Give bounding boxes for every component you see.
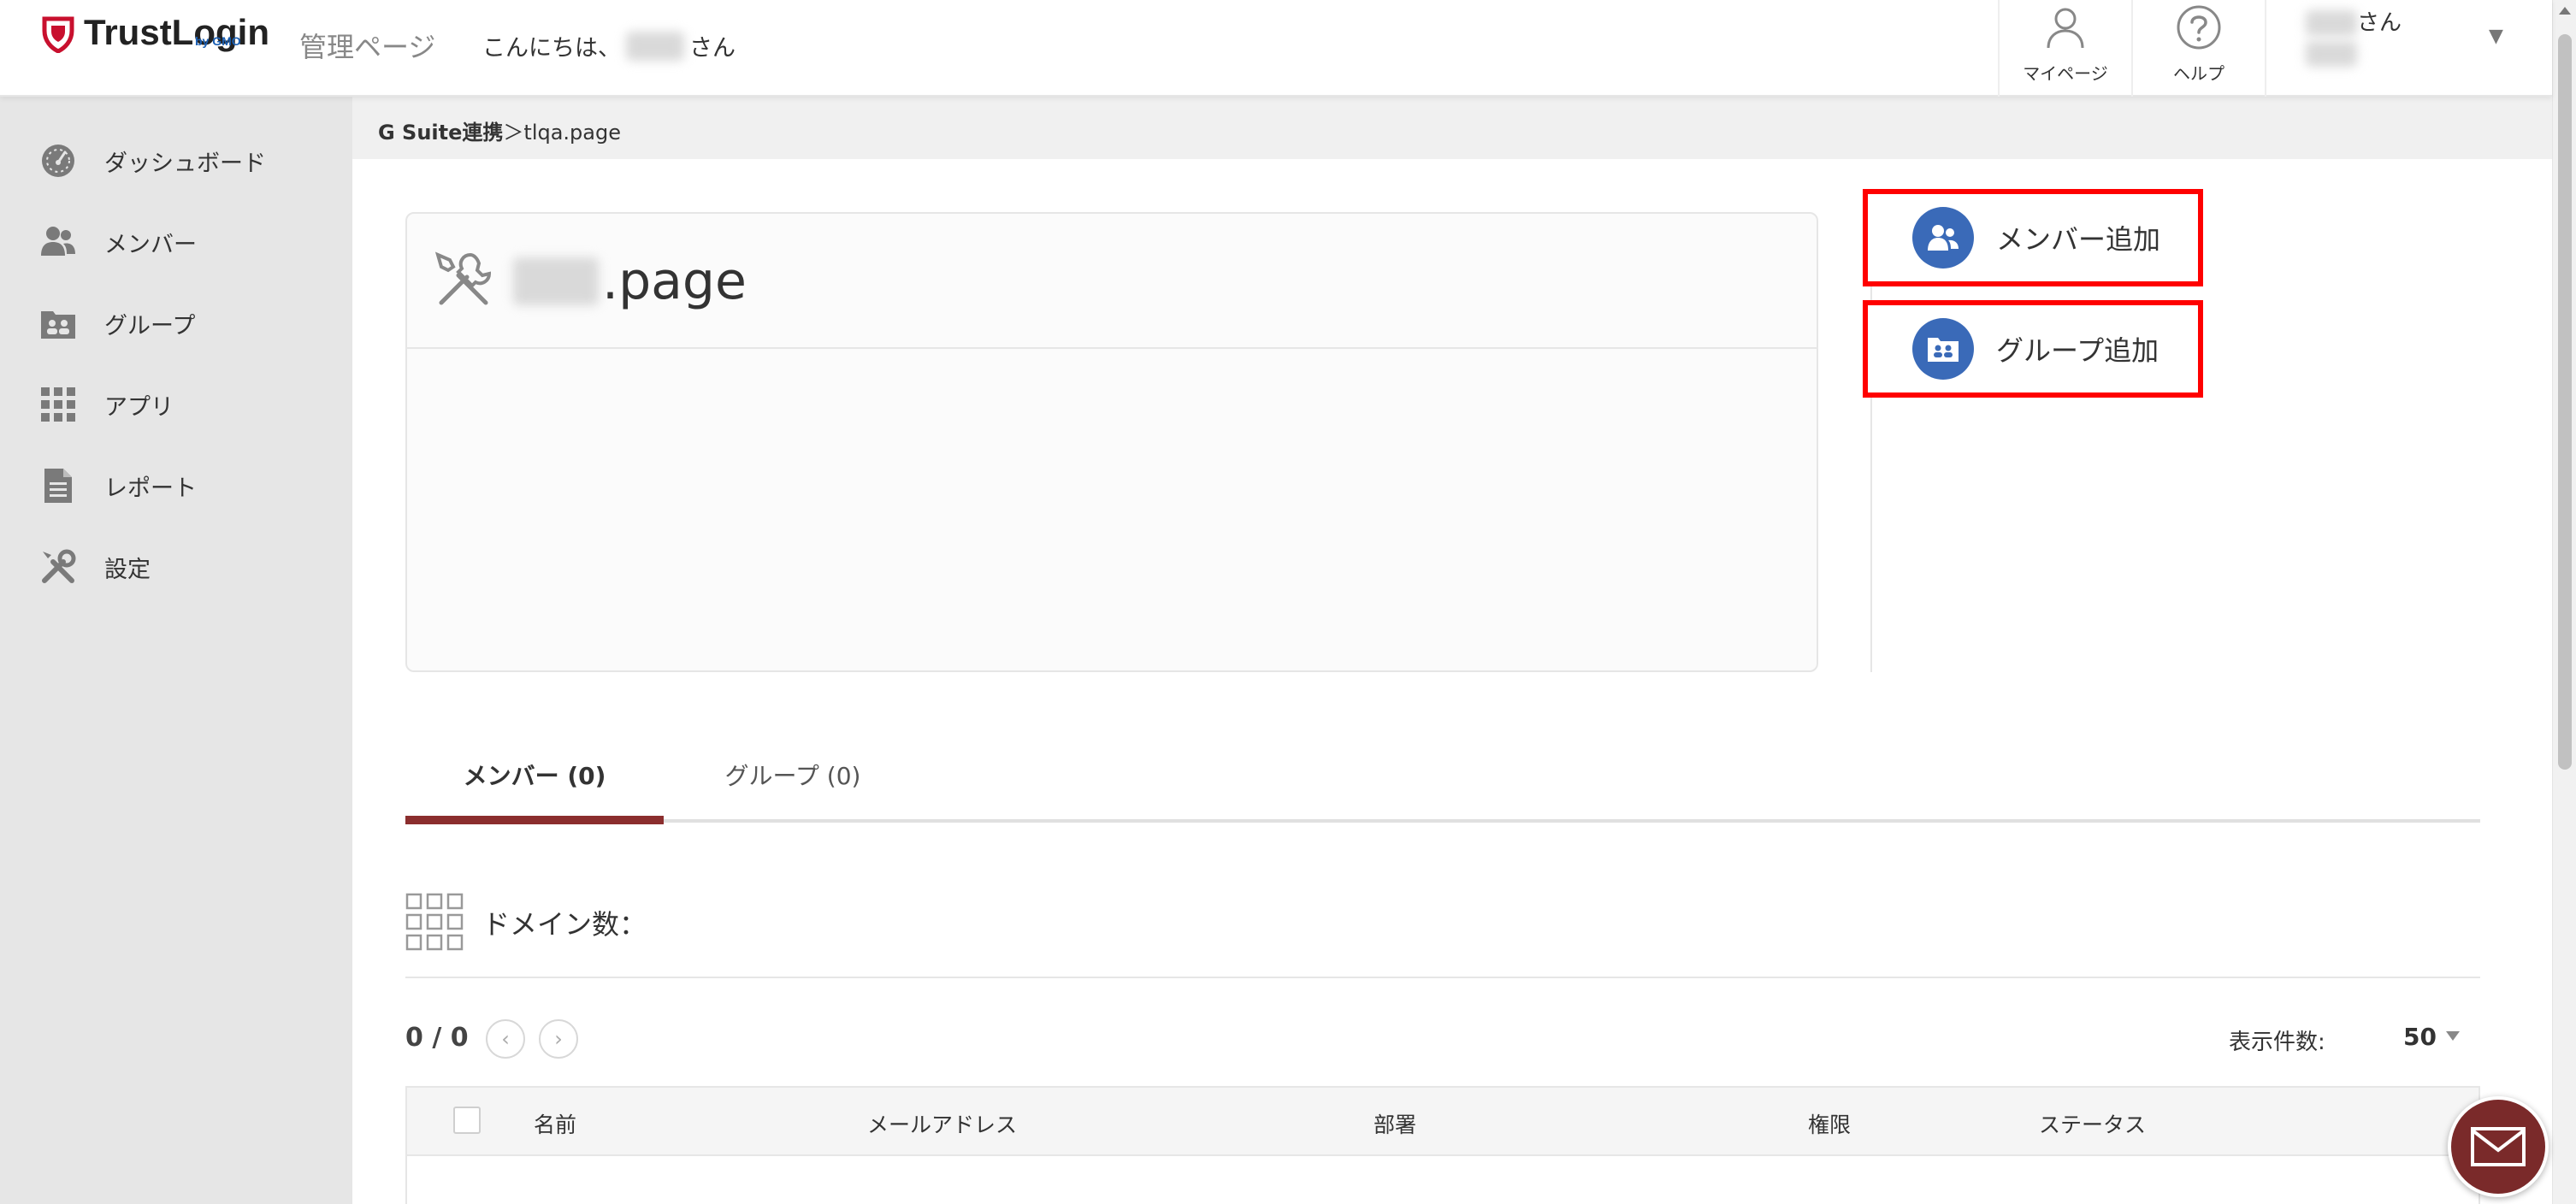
- scroll-thumb[interactable]: [2558, 34, 2572, 770]
- contact-mail-button[interactable]: [2448, 1096, 2549, 1197]
- greeting-suffix: さん: [689, 35, 736, 62]
- redacted-user-name: [2306, 10, 2357, 36]
- user-suffix: さん: [2357, 10, 2402, 36]
- result-count: 0 / 0: [405, 1023, 469, 1053]
- apps-grid-icon: [41, 387, 75, 422]
- greeting-prefix: こんにちは、: [482, 35, 621, 62]
- domain-grid-icon: [405, 893, 464, 951]
- add-member-icon-circle: [1912, 207, 1974, 269]
- members-icon: [1928, 225, 1959, 251]
- domain-detail-panel: .page: [405, 212, 1818, 672]
- tools-icon: [434, 251, 492, 305]
- column-header-name[interactable]: 名前: [534, 1108, 576, 1139]
- sidebar-item-label: ダッシュボード: [104, 150, 266, 177]
- tab-groups[interactable]: グループ (0): [664, 732, 922, 817]
- logo-gmo-text: by GMO: [195, 34, 241, 48]
- sidebar-item-label: レポート: [104, 475, 197, 502]
- breadcrumb-current: tlqa.page: [523, 121, 621, 145]
- panel-header: .page: [407, 214, 1817, 349]
- redacted-username: [626, 31, 684, 61]
- prev-page-button[interactable]: ‹: [486, 1019, 525, 1059]
- tab-bar: メンバー (0) グループ (0): [405, 732, 2480, 826]
- scroll-up-arrow-icon[interactable]: [2559, 7, 2571, 15]
- shield-logo-icon: [42, 16, 74, 53]
- domain-count-row: ドメイン数：: [405, 893, 2480, 978]
- mail-icon: [2471, 1127, 2526, 1166]
- mypage-label: マイページ: [2023, 63, 2108, 84]
- add-group-button[interactable]: グループ追加: [1863, 300, 2203, 398]
- group-icon: [1928, 338, 1959, 362]
- panel-title: .page: [513, 251, 747, 311]
- page-scrollbar[interactable]: [2552, 0, 2576, 1204]
- person-icon: [2047, 8, 2084, 49]
- sidebar-item-apps[interactable]: アプリ: [0, 370, 352, 439]
- sidebar-item-members[interactable]: メンバー: [0, 208, 352, 276]
- next-page-button[interactable]: ›: [539, 1019, 578, 1059]
- per-page-label: 表示件数:: [2229, 1030, 2325, 1055]
- sidebar: ダッシュボード メンバー グループ アプリ レポート 設定: [0, 97, 352, 1204]
- user-menu[interactable]: さん ▼: [2265, 0, 2552, 97]
- greeting: こんにちは、 さん: [482, 29, 736, 62]
- column-header-email[interactable]: メールアドレス: [867, 1108, 1017, 1139]
- sidebar-item-reports[interactable]: レポート: [0, 452, 352, 520]
- help-label: ヘルプ: [2173, 63, 2224, 84]
- caret-down-icon: ▼: [2489, 26, 2503, 47]
- column-header-status[interactable]: ステータス: [2039, 1108, 2146, 1139]
- breadcrumb-separator: ＞: [503, 121, 524, 145]
- tab-members[interactable]: メンバー (0): [405, 732, 664, 817]
- add-group-label: グループ追加: [1996, 334, 2159, 367]
- sidebar-item-label: アプリ: [104, 393, 174, 421]
- redacted-domain-prefix: [513, 257, 599, 305]
- tab-active-indicator: [405, 816, 664, 824]
- top-header: TrustLogin by GMO 管理ページ こんにちは、 さん マイページ …: [0, 0, 2552, 97]
- tab-underline: [405, 819, 2480, 823]
- sidebar-item-settings[interactable]: 設定: [0, 533, 352, 601]
- sidebar-item-dashboard[interactable]: ダッシュボード: [0, 127, 352, 195]
- group-icon: [41, 311, 75, 339]
- select-all-checkbox[interactable]: [453, 1107, 481, 1134]
- admin-page-title: 管理ページ: [299, 31, 436, 63]
- column-header-department[interactable]: 部署: [1374, 1108, 1416, 1139]
- per-page-select[interactable]: 50: [2403, 1023, 2437, 1051]
- column-header-role[interactable]: 権限: [1808, 1108, 1851, 1139]
- add-member-button[interactable]: メンバー追加: [1863, 189, 2203, 286]
- sidebar-item-label: メンバー: [104, 231, 197, 258]
- add-group-icon-circle: [1912, 318, 1974, 380]
- breadcrumb: G Suite連携＞tlqa.page: [378, 115, 621, 145]
- dashboard-icon: [42, 145, 74, 177]
- logo-text: TrustLogin: [84, 12, 269, 52]
- domain-count-label: ドメイン数：: [482, 908, 647, 941]
- sidebar-item-label: 設定: [104, 556, 151, 583]
- breadcrumb-bar: G Suite連携＞tlqa.page: [352, 97, 2552, 159]
- report-icon: [44, 469, 72, 503]
- redacted-user-org: [2306, 41, 2357, 67]
- help-icon: [2177, 5, 2221, 50]
- add-member-label: メンバー追加: [1996, 223, 2161, 256]
- per-page-caret-icon[interactable]: [2446, 1031, 2460, 1041]
- table-body: [405, 1156, 2480, 1204]
- panel-title-suffix: .page: [602, 251, 747, 311]
- breadcrumb-parent-link[interactable]: G Suite連携: [378, 121, 503, 145]
- sidebar-item-groups[interactable]: グループ: [0, 289, 352, 357]
- members-icon: [41, 227, 75, 256]
- sidebar-item-label: グループ: [104, 312, 196, 339]
- help-button[interactable]: ヘルプ: [2131, 0, 2265, 97]
- tools-icon: [42, 549, 76, 583]
- table-header: 名前 メールアドレス 部署 権限 ステータス: [405, 1086, 2480, 1156]
- mypage-button[interactable]: マイページ: [1998, 0, 2131, 97]
